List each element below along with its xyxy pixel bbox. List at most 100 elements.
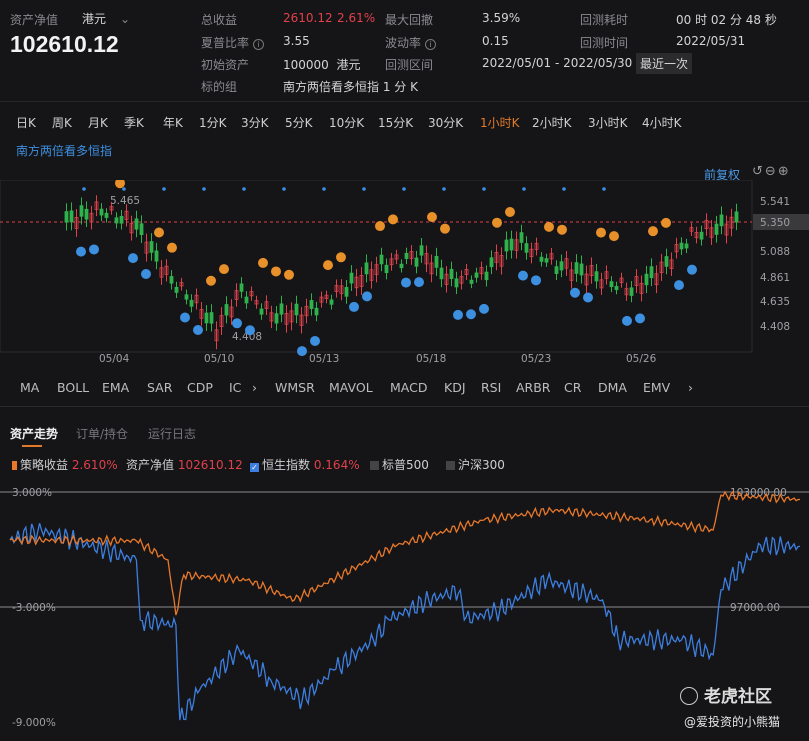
indicator-ema[interactable]: EMA: [102, 380, 129, 395]
buy-marker[interactable]: [310, 335, 320, 346]
info-icon[interactable]: i: [425, 39, 437, 50]
buy-marker[interactable]: [583, 292, 593, 303]
buy-marker[interactable]: [466, 309, 476, 320]
indicator-mavol[interactable]: MAVOL: [329, 380, 373, 395]
sell-marker[interactable]: [648, 226, 658, 237]
legend-hsi[interactable]: ✓ 恒生指数 0.164%: [250, 456, 360, 473]
reset-icon[interactable]: ↺: [752, 164, 765, 179]
sell-marker[interactable]: [167, 242, 177, 253]
buy-marker[interactable]: [76, 246, 86, 257]
timeframe-3[interactable]: 季K: [124, 114, 144, 131]
sell-marker[interactable]: [440, 223, 450, 234]
left-axis-tick: -9.000%: [12, 717, 56, 729]
info-icon[interactable]: i: [253, 39, 265, 50]
timeframe-12[interactable]: 2小时K: [532, 114, 572, 131]
sell-marker[interactable]: [206, 275, 216, 286]
buy-marker[interactable]: [180, 312, 190, 323]
tab-orders[interactable]: 订单/持仓: [76, 425, 128, 442]
timeframe-0[interactable]: 日K: [16, 114, 36, 131]
legend-sp500[interactable]: 标普500: [370, 456, 429, 473]
buy-marker[interactable]: [674, 280, 684, 291]
sell-marker[interactable]: [284, 269, 294, 280]
indicator-dma[interactable]: DMA: [598, 380, 627, 395]
buy-marker[interactable]: [232, 318, 242, 329]
chevron-right-icon[interactable]: ›: [252, 380, 257, 395]
legend-nav: 资产净值 102610.12: [126, 458, 243, 472]
indicator-emv[interactable]: EMV: [643, 380, 670, 395]
checkbox-icon[interactable]: [370, 461, 379, 470]
sell-marker[interactable]: [596, 227, 606, 238]
timeframe-2[interactable]: 月K: [88, 114, 108, 131]
buy-marker[interactable]: [518, 270, 528, 281]
sell-marker[interactable]: [219, 264, 229, 275]
sell-marker[interactable]: [661, 217, 671, 228]
timeframe-14[interactable]: 4小时K: [642, 114, 682, 131]
indicator-wmsr[interactable]: WMSR: [275, 380, 315, 395]
buy-marker[interactable]: [89, 244, 99, 255]
checkbox-icon[interactable]: ✓: [250, 463, 259, 472]
buy-marker[interactable]: [453, 309, 463, 320]
timeframe-1[interactable]: 周K: [52, 114, 72, 131]
buy-marker[interactable]: [297, 346, 307, 357]
indicator-macd[interactable]: MACD: [390, 380, 427, 395]
buy-marker[interactable]: [362, 291, 372, 302]
timeframe-7[interactable]: 5分K: [285, 114, 313, 131]
buy-marker[interactable]: [141, 269, 151, 280]
buy-marker[interactable]: [635, 313, 645, 324]
timeframe-8[interactable]: 10分K: [329, 114, 364, 131]
legend-strategy[interactable]: 策略收益 2.610%: [12, 456, 118, 473]
sell-marker[interactable]: [544, 221, 554, 232]
timeframe-10[interactable]: 30分K: [428, 114, 463, 131]
indicator-cr[interactable]: CR: [564, 380, 581, 395]
timeframe-4[interactable]: 年K: [163, 114, 183, 131]
dot-marker: [402, 187, 406, 191]
checkbox-icon[interactable]: [446, 461, 455, 470]
buy-marker[interactable]: [414, 277, 424, 288]
sell-marker[interactable]: [323, 260, 333, 271]
tab-log[interactable]: 运行日志: [148, 425, 196, 442]
indicator-ic[interactable]: IC: [229, 380, 241, 395]
timeframe-9[interactable]: 15分K: [378, 114, 413, 131]
buy-marker[interactable]: [245, 325, 255, 336]
indicator-rsi[interactable]: RSI: [481, 380, 501, 395]
sell-marker[interactable]: [609, 231, 619, 242]
buy-marker[interactable]: [479, 303, 489, 314]
timeframe-13[interactable]: 3小时K: [588, 114, 628, 131]
sell-marker[interactable]: [375, 221, 385, 232]
sell-marker[interactable]: [271, 266, 281, 277]
buy-marker[interactable]: [401, 277, 411, 288]
legend-csi300[interactable]: 沪深300: [446, 456, 505, 473]
indicator-cdp[interactable]: CDP: [187, 380, 213, 395]
sell-marker[interactable]: [427, 212, 437, 223]
buy-marker[interactable]: [570, 287, 580, 298]
sell-marker[interactable]: [492, 217, 502, 228]
sell-marker[interactable]: [258, 257, 268, 268]
buy-marker[interactable]: [193, 325, 203, 336]
buy-marker[interactable]: [687, 264, 697, 275]
timeframe-11[interactable]: 1小时K: [480, 114, 520, 131]
recent-button[interactable]: 最近一次: [636, 53, 693, 74]
zoom-out-icon[interactable]: ⊖: [765, 164, 778, 179]
buy-marker[interactable]: [622, 315, 632, 326]
currency-select[interactable]: 港元 ⌄: [82, 10, 130, 27]
sell-marker[interactable]: [557, 224, 567, 235]
buy-marker[interactable]: [349, 301, 359, 312]
indicator-sar[interactable]: SAR: [147, 380, 172, 395]
sell-marker[interactable]: [115, 180, 125, 189]
sell-marker[interactable]: [154, 227, 164, 238]
indicator-arbr[interactable]: ARBR: [516, 380, 551, 395]
indicator-kdj[interactable]: KDJ: [444, 380, 466, 395]
sell-marker[interactable]: [336, 252, 346, 263]
sell-marker[interactable]: [388, 214, 398, 225]
kline-chart[interactable]: 5.5415.3505.0884.8614.6354.4085.35005/04…: [0, 180, 809, 370]
timeframe-5[interactable]: 1分K: [199, 114, 227, 131]
sell-marker[interactable]: [505, 206, 515, 217]
tab-asset-trend[interactable]: 资产走势: [10, 425, 58, 442]
timeframe-6[interactable]: 3分K: [241, 114, 269, 131]
buy-marker[interactable]: [531, 275, 541, 286]
zoom-in-icon[interactable]: ⊕: [778, 164, 791, 179]
buy-marker[interactable]: [128, 253, 138, 264]
indicator-boll[interactable]: BOLL: [57, 380, 89, 395]
indicator-ma[interactable]: MA: [20, 380, 39, 395]
chevron-right-icon[interactable]: ›: [688, 380, 693, 395]
